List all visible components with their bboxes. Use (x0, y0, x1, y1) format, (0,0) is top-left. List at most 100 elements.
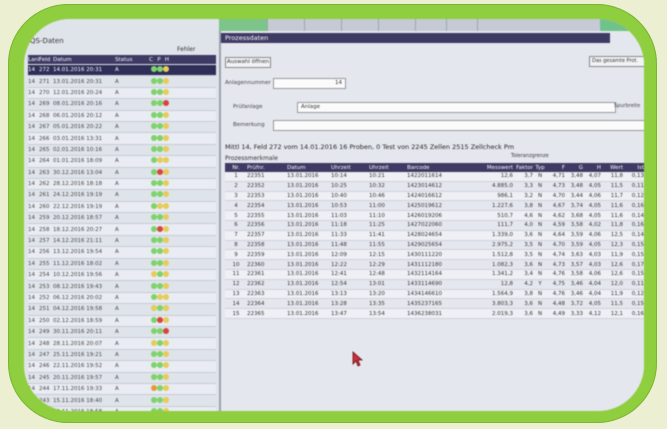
status-dot-icon (163, 362, 169, 369)
list-item[interactable]: 14 245 20.11.2016 19:57 A (28, 373, 216, 384)
list-item[interactable]: 14 272 14.01.2016 20:31 A (28, 65, 216, 77)
open-selection-button[interactable]: Auswahl öffnen (225, 57, 271, 68)
status-dots (147, 134, 169, 143)
status-dot-icon (163, 373, 169, 380)
table-cell: 0,15 (631, 241, 644, 248)
table-row[interactable]: 2 22352 13.01.2016 10:25 10:32 1423014612 4.88… (225, 182, 644, 192)
list-item[interactable]: 14 265 02.01.2016 10:16 A (28, 145, 216, 157)
status-dots (147, 294, 169, 302)
remark-field[interactable] (273, 120, 644, 131)
table-row[interactable]: 1 22351 13.01.2016 10:14 10:21 1422011614 12,6… (225, 172, 644, 182)
list-item[interactable]: 14 271 13.01.2016 20:31 A (28, 76, 216, 88)
tab-7[interactable] (447, 19, 478, 31)
list-item[interactable]: 14 264 01.01.2016 18:09 A (28, 156, 216, 168)
list-item[interactable]: 14 258 18.12.2016 20:27 A (28, 224, 216, 236)
status-dot-icon (163, 271, 169, 278)
toolbar (219, 19, 644, 31)
left-table-body[interactable]: 14 272 14.01.2016 20:31 A 14 271 13.01.2016 20… (28, 65, 216, 411)
table-cell: 3,48 (570, 173, 583, 180)
measurement-table-body[interactable]: 1 22351 13.01.2016 10:14 10:21 1422011614 12,6… (225, 172, 644, 319)
table-row[interactable]: 8 22358 13.01.2016 11:48 11:55 1429025654 2.97… (225, 241, 644, 251)
row-status: A (115, 124, 119, 131)
list-item[interactable]: 14 256 13.12.2016 19:54 A (28, 247, 216, 259)
list-item[interactable]: 14 259 20.12.2016 18:57 A (28, 213, 216, 225)
row-system: 14 (28, 329, 35, 336)
list-item[interactable]: 14 249 30.11.2016 20:11 A (28, 327, 216, 339)
row-date: 13.11.2016 18:58 (53, 409, 111, 411)
table-row[interactable]: 11 22361 13.01.2016 12:41 12:48 1432114164 1.3… (225, 269, 644, 280)
table-cell: 12:41 (331, 271, 347, 278)
list-item[interactable]: 14 246 22.11.2016 19:52 A (28, 361, 216, 373)
list-item[interactable]: 14 253 08.12.2016 19:43 A (28, 281, 216, 293)
table-cell: 11,7 (610, 192, 623, 199)
status-dots (147, 77, 169, 86)
full-report-button[interactable]: Das gesamte Prot. (589, 56, 644, 67)
table-cell: 22361 (247, 271, 265, 278)
list-item[interactable]: 14 254 10.12.2016 19:56 A (28, 270, 216, 282)
table-cell: 2 (234, 183, 238, 190)
row-status: A (115, 329, 119, 336)
table-cell: 22362 (247, 281, 265, 288)
row-date: 30.12.2016 13:04 (53, 169, 103, 176)
list-item[interactable]: 14 255 11.12.2016 18:02 A (28, 259, 216, 271)
list-item[interactable]: 14 266 03.01.2016 13:31 A (28, 133, 216, 145)
table-row[interactable]: 4 22354 13.01.2016 10:53 11:00 1425019612 1.22… (225, 201, 644, 212)
tab-6[interactable] (416, 19, 447, 31)
row-field: 259 (39, 215, 50, 222)
table-row[interactable]: 5 22355 13.01.2016 11:03 11:10 1426019206 510,… (225, 211, 644, 221)
list-item[interactable]: 14 248 28.11.2016 20:07 A (28, 338, 216, 350)
list-item[interactable]: 14 261 24.12.2016 19:19 A (28, 190, 216, 202)
system-number-field[interactable]: 14 (273, 78, 346, 89)
table-row[interactable]: 6 22356 13.01.2016 11:18 11:25 1427022060 111,… (225, 221, 644, 231)
tab-4[interactable] (342, 19, 379, 31)
table-row[interactable]: 3 22353 13.01.2016 10:40 10:46 1424016612 986,… (225, 191, 644, 202)
list-item[interactable]: 14 263 30.12.2016 13:04 A (28, 168, 216, 179)
table-cell: 1430111220 (407, 251, 442, 258)
tab-2[interactable] (268, 19, 305, 31)
test-system-field[interactable]: Anlage (297, 102, 616, 113)
row-field: 242 (39, 409, 53, 411)
list-item[interactable]: 14 257 14.12.2016 21:11 A (28, 236, 216, 248)
tab-active[interactable] (219, 19, 268, 31)
status-dots (147, 248, 169, 256)
table-row[interactable]: 9 22359 13.01.2016 12:09 12:15 1430111220 1.51… (225, 250, 644, 261)
table-cell: 0,16 (631, 202, 644, 209)
list-item[interactable]: 14 244 17.11.2016 19:33 A (28, 383, 216, 396)
table-row[interactable]: 15 22365 13.01.2016 13:47 13:54 1436238031 2.0… (225, 309, 644, 319)
table-cell: 4,2 (524, 281, 533, 288)
status-dot-icon (163, 202, 169, 209)
table-row[interactable]: 10 22360 13.01.2016 12:22 12:29 1431112180 1.0… (225, 260, 644, 270)
list-item[interactable]: 14 262 28.12.2016 18:18 A (28, 178, 216, 191)
list-item[interactable]: 14 247 25.11.2016 19:21 A (28, 350, 216, 362)
column-header: G (578, 164, 583, 171)
table-row[interactable]: 14 22364 13.01.2016 13:28 13:35 1435237165 3.8… (225, 299, 644, 310)
column-header: Typ (535, 164, 545, 171)
table-row[interactable]: 12 22362 13.01.2016 12:54 13:01 1433114690 12,… (225, 280, 644, 290)
table-row[interactable]: 13 22363 13.01.2016 13:13 13:20 1434146610 1.5… (225, 289, 644, 300)
row-field: 251 (39, 306, 50, 313)
tab-3[interactable] (305, 19, 342, 31)
field2-label: Prüfanlage (233, 104, 263, 110)
table-cell: 13:28 (331, 300, 347, 307)
list-item[interactable]: 14 260 22.12.2016 19:19 A (28, 201, 216, 214)
row-field: 266 (39, 135, 50, 142)
tab-5[interactable] (379, 19, 416, 31)
list-item[interactable]: 14 270 12.01.2016 20:24 A (28, 87, 216, 100)
table-cell: 3,57 (570, 261, 583, 268)
table-cell: 22352 (247, 183, 265, 190)
table-cell: 12 (232, 281, 240, 288)
table-row[interactable]: 7 22357 13.01.2016 11:33 11:41 1428024654 1.33… (225, 230, 644, 241)
list-item[interactable]: 14 267 05.01.2016 20:22 A (28, 122, 216, 134)
list-item[interactable]: 14 268 06.01.2016 20:12 A (28, 110, 216, 122)
list-item[interactable]: 14 250 02.12.2016 18:59 A (28, 315, 216, 327)
list-item[interactable]: 14 269 08.01.2016 20:16 A (28, 99, 216, 111)
list-item[interactable]: 14 243 15.11.2016 18:40 A (28, 395, 216, 407)
list-item[interactable]: 14 252 06.12.2016 20:02 A (28, 292, 216, 305)
table-cell: 1434146610 (407, 290, 442, 297)
row-field: 264 (39, 158, 50, 165)
list-item[interactable]: 1424213.11.2016 18:58A (28, 406, 216, 411)
table-cell: 11,8 (610, 173, 623, 180)
table-cell: 4 (234, 202, 238, 209)
list-item[interactable]: 14 251 04.12.2016 19:58 A (28, 304, 216, 316)
table-cell: N (537, 212, 543, 219)
